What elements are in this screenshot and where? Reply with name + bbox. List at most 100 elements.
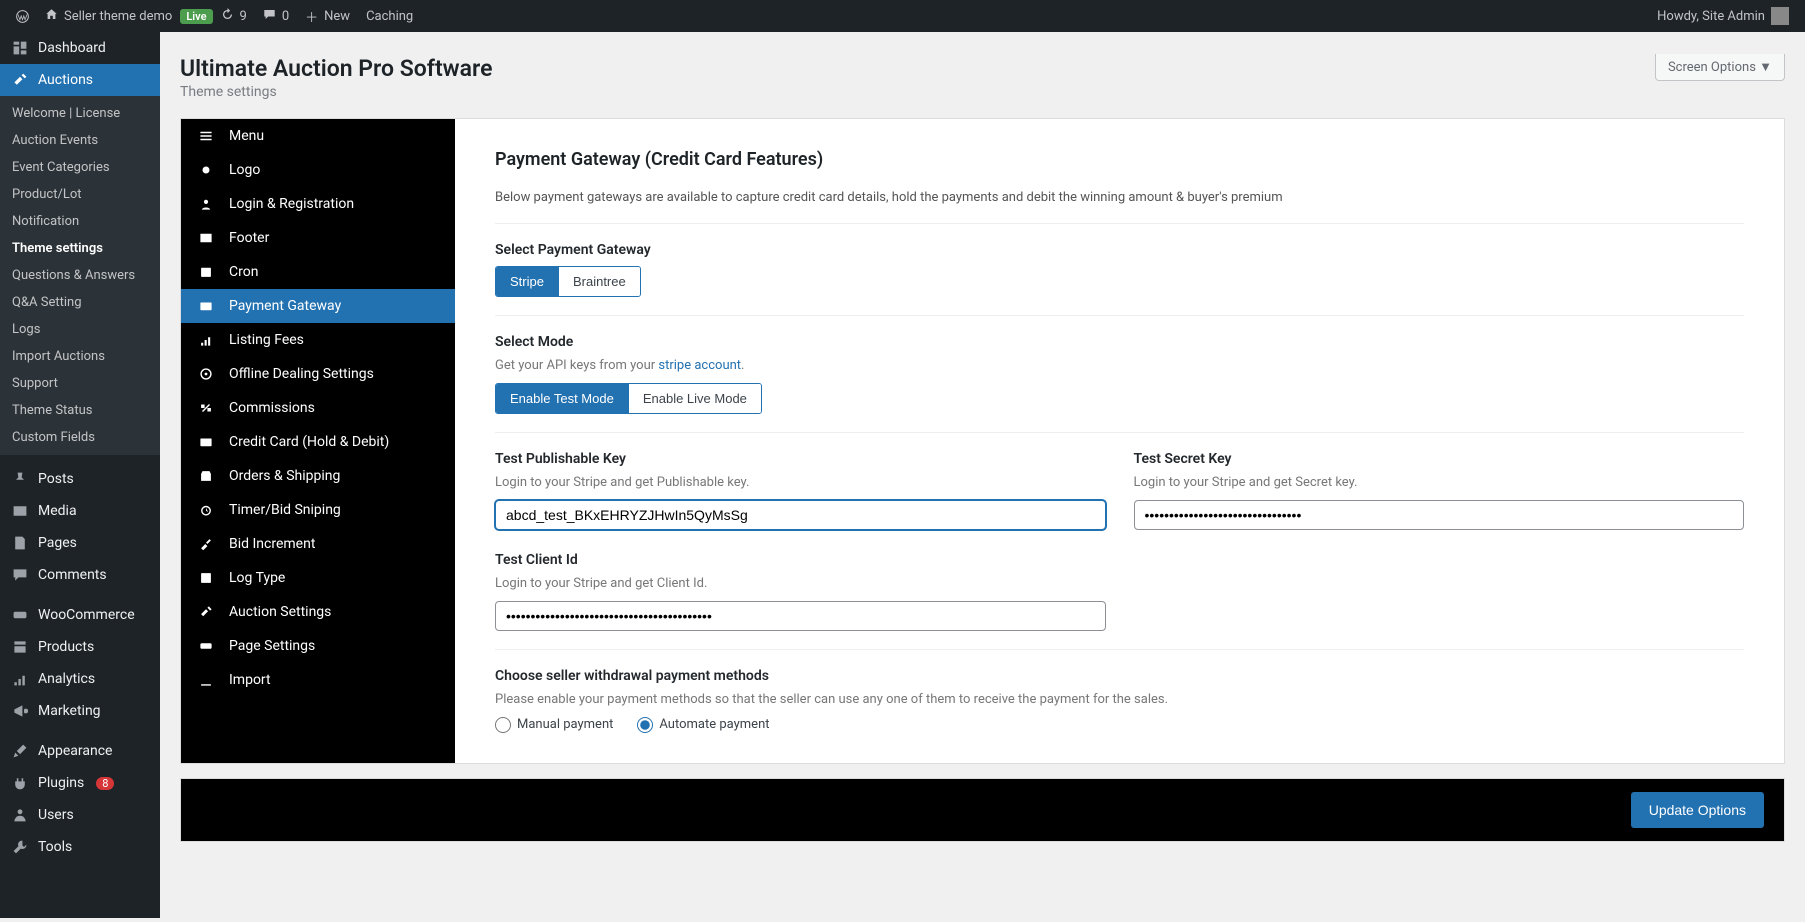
settings-nav-page-settings[interactable]: Page Settings — [181, 629, 455, 663]
mode-toggle-enable-live-mode-button[interactable]: Enable Live Mode — [628, 384, 761, 413]
admin-bar: Seller theme demo Live 9 0 ＋New Caching … — [0, 0, 1805, 32]
sidebar-item-label: Appearance — [38, 743, 112, 759]
section-intro: Below payment gateways are available to … — [495, 190, 1744, 205]
pub-key-help: Login to your Stripe and get Publishable… — [495, 475, 1106, 490]
sidebar-item-appearance[interactable]: Appearance — [0, 735, 160, 767]
settings-nav-payment-gateway[interactable]: Payment Gateway — [181, 289, 455, 323]
sidebar-subitem-welcome-license[interactable]: Welcome | License — [0, 100, 160, 127]
sidebar-item-plugins[interactable]: Plugins8 — [0, 767, 160, 799]
pin-icon — [10, 471, 30, 487]
sidebar-item-users[interactable]: Users — [0, 799, 160, 831]
sidebar-subitem-custom-fields[interactable]: Custom Fields — [0, 424, 160, 451]
settings-nav-footer[interactable]: Footer — [181, 221, 455, 255]
sidebar-item-woocommerce[interactable]: WooCommerce — [0, 599, 160, 631]
settings-nav-label: Logo — [229, 162, 260, 178]
sidebar-subitem-product-lot[interactable]: Product/Lot — [0, 181, 160, 208]
settings-nav-auction-settings[interactable]: Auction Settings — [181, 595, 455, 629]
withdrawal-auto-radio[interactable]: Automate payment — [637, 717, 769, 733]
auc-icon — [197, 605, 215, 619]
sidebar-item-posts[interactable]: Posts — [0, 463, 160, 495]
client-id-help: Login to your Stripe and get Client Id. — [495, 576, 1106, 591]
settings-nav-timer-bid-sniping[interactable]: Timer/Bid Sniping — [181, 493, 455, 527]
pub-key-input[interactable] — [495, 500, 1106, 530]
sidebar-item-media[interactable]: Media — [0, 495, 160, 527]
secret-key-input[interactable] — [1134, 500, 1745, 530]
sidebar-subitem-theme-status[interactable]: Theme Status — [0, 397, 160, 424]
gateway-toggle-stripe-button[interactable]: Stripe — [496, 267, 558, 296]
settings-nav-menu[interactable]: Menu — [181, 119, 455, 153]
settings-nav-commissions[interactable]: Commissions — [181, 391, 455, 425]
sidebar-item-analytics[interactable]: Analytics — [0, 663, 160, 695]
sidebar-item-products[interactable]: Products — [0, 631, 160, 663]
fees-icon — [197, 333, 215, 347]
sidebar-subitem-import-auctions[interactable]: Import Auctions — [0, 343, 160, 370]
sidebar-item-comments[interactable]: Comments — [0, 559, 160, 591]
site-link[interactable]: Seller theme demo — [37, 0, 180, 32]
settings-nav-label: Log Type — [229, 570, 285, 586]
sidebar-subitem-auction-events[interactable]: Auction Events — [0, 127, 160, 154]
menu-icon — [197, 129, 215, 143]
client-id-label: Test Client Id — [495, 552, 1106, 568]
withdrawal-manual-radio[interactable]: Manual payment — [495, 717, 613, 733]
card-icon — [197, 299, 215, 313]
mode-label: Select Mode — [495, 334, 1744, 350]
refresh-icon — [221, 8, 234, 25]
footer-icon — [197, 231, 215, 245]
settings-nav-listing-fees[interactable]: Listing Fees — [181, 323, 455, 357]
settings-nav-label: Listing Fees — [229, 332, 304, 348]
analytics-icon — [10, 671, 30, 687]
sidebar-item-pages[interactable]: Pages — [0, 527, 160, 559]
settings-nav-label: Commissions — [229, 400, 315, 416]
updates-link[interactable]: 9 — [213, 0, 255, 32]
account-link[interactable]: Howdy, Site Admin — [1649, 0, 1797, 32]
plugin-count-badge: 8 — [96, 777, 114, 790]
plugin-icon — [10, 775, 30, 791]
wp-logo-icon[interactable] — [8, 0, 37, 32]
update-options-button[interactable]: Update Options — [1631, 792, 1764, 828]
plus-icon: ＋ — [305, 7, 318, 26]
sidebar-item-label: Comments — [38, 567, 107, 583]
settings-nav-label: Auction Settings — [229, 604, 331, 620]
sidebar-subitem-event-categories[interactable]: Event Categories — [0, 154, 160, 181]
settings-nav: Menu Logo Login & Registration Footer Cron Pa… — [181, 119, 455, 763]
client-id-input[interactable] — [495, 601, 1106, 631]
settings-nav-offline-dealing-settings[interactable]: Offline Dealing Settings — [181, 357, 455, 391]
sidebar-subitem-q-a-setting[interactable]: Q&A Setting — [0, 289, 160, 316]
sidebar-subitem-logs[interactable]: Logs — [0, 316, 160, 343]
section-heading: Payment Gateway (Credit Card Features) — [495, 149, 1744, 170]
sidebar-subitem-questions-answers[interactable]: Questions & Answers — [0, 262, 160, 289]
comment-icon — [263, 8, 276, 25]
settings-nav-login-registration[interactable]: Login & Registration — [181, 187, 455, 221]
settings-nav-label: Menu — [229, 128, 264, 144]
admin-sidebar: DashboardAuctions Welcome | LicenseAucti… — [0, 32, 160, 918]
comments-link[interactable]: 0 — [255, 0, 297, 32]
new-link[interactable]: ＋New — [297, 0, 358, 32]
screen-options-button[interactable]: Screen Options ▼ — [1655, 54, 1785, 81]
sidebar-item-marketing[interactable]: Marketing — [0, 695, 160, 727]
page-subtitle: Theme settings — [180, 84, 492, 100]
mode-toggle-enable-test-mode-button[interactable]: Enable Test Mode — [496, 384, 628, 413]
sidebar-subitem-theme-settings[interactable]: Theme settings — [0, 235, 160, 262]
settings-nav-label: Credit Card (Hold & Debit) — [229, 434, 389, 450]
settings-nav-import[interactable]: Import — [181, 663, 455, 697]
settings-nav-label: Login & Registration — [229, 196, 354, 212]
sidebar-item-auctions[interactable]: Auctions — [0, 64, 160, 96]
settings-nav-cron[interactable]: Cron — [181, 255, 455, 289]
sidebar-item-dashboard[interactable]: Dashboard — [0, 32, 160, 64]
gateway-toggle-braintree-button[interactable]: Braintree — [558, 267, 640, 296]
sidebar-item-tools[interactable]: Tools — [0, 831, 160, 863]
sidebar-subitem-notification[interactable]: Notification — [0, 208, 160, 235]
caching-link[interactable]: Caching — [358, 0, 421, 32]
settings-nav-credit-card-hold-debit-[interactable]: Credit Card (Hold & Debit) — [181, 425, 455, 459]
pset-icon — [197, 639, 215, 653]
settings-nav-log-type[interactable]: Log Type — [181, 561, 455, 595]
settings-content: Payment Gateway (Credit Card Features) B… — [455, 119, 1784, 763]
bid-icon — [197, 537, 215, 551]
settings-nav-bid-increment[interactable]: Bid Increment — [181, 527, 455, 561]
tool-icon — [10, 839, 30, 855]
settings-nav-logo[interactable]: Logo — [181, 153, 455, 187]
settings-nav-label: Cron — [229, 264, 258, 280]
settings-nav-orders-shipping[interactable]: Orders & Shipping — [181, 459, 455, 493]
stripe-account-link[interactable]: stripe account — [658, 358, 741, 373]
sidebar-subitem-support[interactable]: Support — [0, 370, 160, 397]
